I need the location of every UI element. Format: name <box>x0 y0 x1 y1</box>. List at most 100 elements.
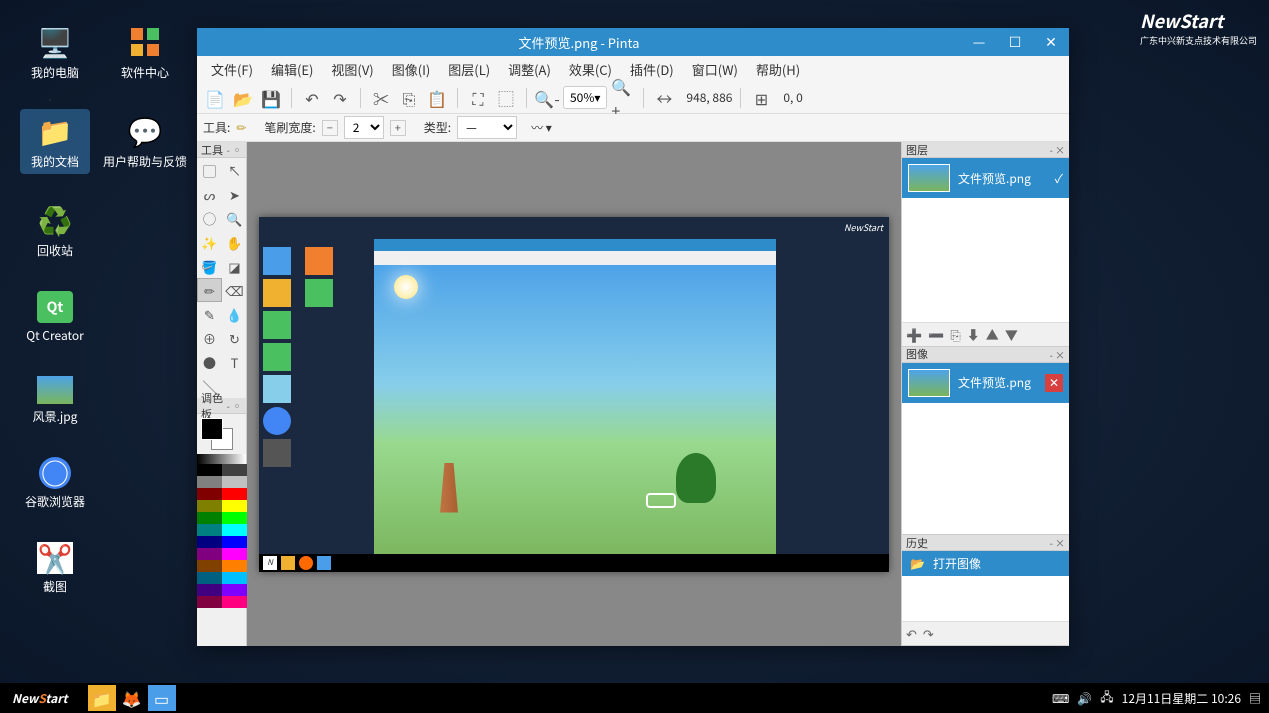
brush-minus-button[interactable]: − <box>322 120 338 136</box>
start-button[interactable]: NewStart <box>0 690 80 707</box>
color-cell[interactable] <box>197 560 222 572</box>
menu-help[interactable]: 帮助(H) <box>748 58 808 81</box>
color-cell[interactable] <box>222 572 247 584</box>
brush-width-select[interactable]: 2 <box>344 116 384 139</box>
color-cell[interactable] <box>197 596 222 608</box>
color-cell[interactable] <box>197 464 222 476</box>
foreground-color[interactable] <box>201 418 223 440</box>
cut-button[interactable]: ✂ <box>369 86 393 110</box>
type-select[interactable]: — <box>457 116 517 139</box>
paste-button[interactable]: 📋 <box>425 86 449 110</box>
color-cell[interactable] <box>222 512 247 524</box>
menu-edit[interactable]: 编辑(E) <box>263 58 321 81</box>
redo-button[interactable]: ↷ <box>328 86 352 110</box>
new-button[interactable]: 📄 <box>203 86 227 110</box>
minimize-icon[interactable]: - <box>227 142 230 157</box>
tool-rect-select[interactable]: ▢ <box>197 158 222 182</box>
canvas-area[interactable]: NewStart <box>247 142 901 646</box>
brush-plus-button[interactable]: + <box>390 120 406 136</box>
zoom-in-button[interactable]: 🔍+ <box>611 86 635 110</box>
color-cell[interactable] <box>197 500 222 512</box>
minimize-icon[interactable]: - <box>1050 535 1053 550</box>
desktop-icon-image[interactable]: 风景.jpg <box>20 372 90 429</box>
tool-recolor[interactable]: ↻ <box>222 326 247 350</box>
desktop-icon-chrome[interactable]: ○ 谷歌浏览器 <box>20 453 90 514</box>
canvas[interactable]: NewStart <box>259 217 889 572</box>
history-item[interactable]: 📂 打开图像 <box>902 551 1069 576</box>
menu-view[interactable]: 视图(V) <box>323 58 381 81</box>
taskbar-firefox[interactable]: 🦊 <box>118 685 146 711</box>
tray-menu-icon[interactable]: ▤ <box>1249 690 1261 707</box>
tool-move[interactable]: ↖ <box>222 158 247 182</box>
layer-item[interactable]: 文件预览.png ✓ <box>902 158 1069 198</box>
desktop-icon-qtcreator[interactable]: Qt Qt Creator <box>20 287 90 348</box>
taskbar-files[interactable]: 📁 <box>88 685 116 711</box>
add-layer-button[interactable]: ➕ <box>906 325 922 344</box>
merge-layer-button[interactable]: ⬇ <box>967 325 980 344</box>
tool-ellipse-select[interactable]: ◯ <box>197 206 222 230</box>
menu-layer[interactable]: 图层(L) <box>440 58 498 81</box>
menu-adjust[interactable]: 调整(A) <box>500 58 559 81</box>
volume-icon[interactable]: 🔊 <box>1077 690 1092 707</box>
color-cell[interactable] <box>197 548 222 560</box>
color-cell[interactable] <box>197 476 222 488</box>
redo-button[interactable]: ↷ <box>923 624 934 643</box>
detach-icon[interactable]: ▫ <box>232 398 242 413</box>
move-up-button[interactable]: ▲ <box>986 325 999 344</box>
image-item[interactable]: 文件预览.png ✕ <box>902 363 1069 403</box>
tool-picker[interactable]: 💧 <box>222 302 247 326</box>
network-icon[interactable]: 🖧 <box>1100 688 1113 709</box>
zoom-dropdown[interactable]: 50% ▾ <box>563 86 607 109</box>
color-cell[interactable] <box>197 524 222 536</box>
close-icon[interactable]: × <box>1055 347 1065 362</box>
color-cell[interactable] <box>197 584 222 596</box>
tool-pencil[interactable]: ✎ <box>197 302 222 326</box>
tool-eraser[interactable]: ⌫ <box>222 278 247 302</box>
desktop-icon-trash[interactable]: ♻️ 回收站 <box>20 198 90 263</box>
clock[interactable]: 12月11日星期二 10:26 <box>1122 690 1241 707</box>
desktop-icon-mydocs[interactable]: 📁 我的文档 <box>20 109 90 174</box>
color-cell[interactable] <box>197 536 222 548</box>
color-cell[interactable] <box>222 464 247 476</box>
minimize-icon[interactable]: - <box>227 398 230 413</box>
color-cell[interactable] <box>197 512 222 524</box>
close-button[interactable]: ✕ <box>1033 28 1069 56</box>
close-icon[interactable]: × <box>1055 535 1065 550</box>
zoom-out-button[interactable]: 🔍- <box>535 86 559 110</box>
style-dropdown[interactable]: 〰 ▾ <box>531 119 552 136</box>
tool-pan[interactable]: ✋ <box>222 230 247 254</box>
detach-icon[interactable]: ▫ <box>232 142 242 157</box>
color-cell[interactable] <box>222 596 247 608</box>
titlebar[interactable]: 文件预览.png - Pinta — ☐ ✕ <box>197 28 1069 56</box>
keyboard-icon[interactable]: ⌨ <box>1052 690 1069 707</box>
color-cell[interactable] <box>222 500 247 512</box>
close-image-button[interactable]: ✕ <box>1045 374 1063 392</box>
close-icon[interactable]: × <box>1055 142 1065 157</box>
tool-shapes[interactable]: ● <box>197 350 222 374</box>
undo-button[interactable]: ↶ <box>906 624 917 643</box>
desktop-icon-mycomputer[interactable]: 🖥️ 我的电脑 <box>20 20 90 85</box>
menu-image[interactable]: 图像(I) <box>384 58 439 81</box>
tool-move-sel[interactable]: ➤ <box>222 182 247 206</box>
tool-fill[interactable]: 🪣 <box>197 254 222 278</box>
visibility-icon[interactable]: ✓ <box>1055 170 1063 187</box>
undo-button[interactable]: ↶ <box>300 86 324 110</box>
maximize-button[interactable]: ☐ <box>997 28 1033 56</box>
color-cell[interactable] <box>222 488 247 500</box>
desktop-icon-software[interactable]: 软件中心 <box>110 20 180 85</box>
color-cell[interactable] <box>222 476 247 488</box>
delete-layer-button[interactable]: ➖ <box>928 325 944 344</box>
tool-wand[interactable]: ✨ <box>197 230 222 254</box>
crop-button[interactable]: ⛶ <box>466 86 490 110</box>
color-swatches[interactable] <box>197 414 246 454</box>
color-cell[interactable] <box>222 536 247 548</box>
menu-file[interactable]: 文件(F) <box>203 58 261 81</box>
save-button[interactable]: 💾 <box>259 86 283 110</box>
tool-zoom[interactable]: 🔍 <box>222 206 247 230</box>
tool-brush[interactable]: ✏ <box>197 278 222 302</box>
color-cell[interactable] <box>222 548 247 560</box>
color-cell[interactable] <box>197 572 222 584</box>
taskbar-app[interactable]: ▭ <box>148 685 176 711</box>
gray-ramp[interactable] <box>197 454 246 464</box>
color-cell[interactable] <box>222 560 247 572</box>
